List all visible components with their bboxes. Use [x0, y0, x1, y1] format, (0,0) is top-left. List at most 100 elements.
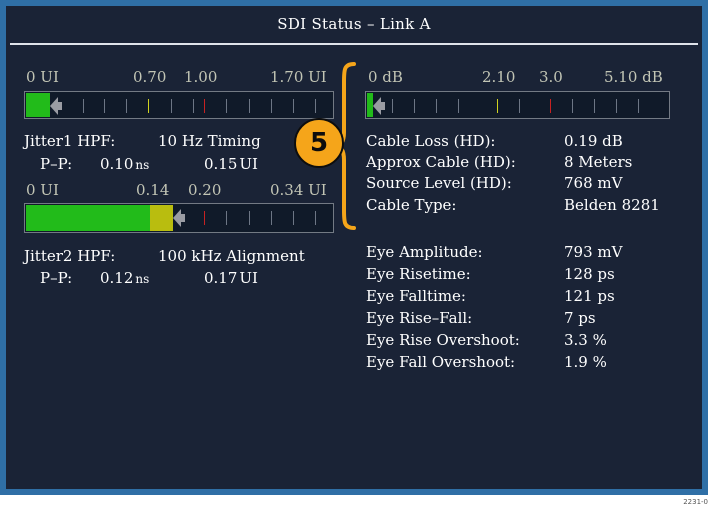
- jitter2-scale-max: 0.34 UI: [270, 181, 327, 199]
- jitter2-meter: [24, 203, 334, 233]
- cable-type-value: Belden 8281: [564, 196, 660, 214]
- cable-scale-max: 5.10 dB: [604, 68, 663, 86]
- jitter2-tick: [293, 211, 294, 225]
- cable-scale-warn: 2.10: [482, 68, 516, 86]
- jitter1-pointer-tail: [58, 102, 62, 110]
- jitter1-pp-ns: 0.10 ns: [100, 155, 149, 173]
- jitter2-pp-ui-unit: UI: [239, 269, 258, 287]
- source-level-value: 768 mV: [564, 174, 623, 192]
- figure-id: 2231-0: [683, 498, 708, 506]
- jitter1-meter-fill: [26, 93, 50, 117]
- eye-rise-overshoot-label: Eye Rise Overshoot:: [366, 331, 520, 349]
- cable-tick: [392, 99, 393, 113]
- approx-cable-value: 8 Meters: [564, 153, 633, 171]
- jitter1-tick: [83, 99, 84, 113]
- jitter2-hpf-value: 100 kHz Alignment: [158, 247, 305, 265]
- cable-type-label: Cable Type:: [366, 196, 457, 214]
- cable-pointer-tail: [381, 102, 385, 110]
- jitter1-scale: 0 UI 0.70 1.00 1.70 UI: [26, 68, 338, 88]
- jitter1-pp-ui: 0.15 UI: [204, 155, 258, 173]
- jitter1-meter: [24, 91, 334, 119]
- eye-amplitude-value: 793 mV: [564, 243, 623, 261]
- jitter1-pp-ns-value: 0.10: [100, 155, 134, 173]
- jitter2-meter-fill-warning: [150, 205, 173, 231]
- eye-fall-overshoot-label: Eye Fall Overshoot:: [366, 353, 516, 371]
- cable-scale: 0 dB 2.10 3.0 5.10 dB: [368, 68, 678, 88]
- cable-scale-error: 3.0: [539, 68, 563, 86]
- eye-falltime-value: 121 ps: [564, 287, 615, 305]
- cable-pointer-icon: [373, 97, 381, 115]
- eye-rise-overshoot-value: 3.3 %: [564, 331, 607, 349]
- screen-title: SDI Status – Link A: [277, 15, 431, 33]
- jitter1-hpf-value: 10 Hz Timing: [158, 132, 261, 150]
- cable-tick: [458, 99, 459, 113]
- source-level-label: Source Level (HD):: [366, 174, 512, 192]
- jitter2-pp-ui-value: 0.17: [204, 269, 238, 287]
- jitter2-pp-label: P–P:: [40, 269, 73, 287]
- jitter1-tick: [315, 99, 316, 113]
- cable-tick: [414, 99, 415, 113]
- cable-loss-meter: [365, 91, 670, 119]
- jitter1-tick: [271, 99, 272, 113]
- jitter2-scale-warn: 0.14: [136, 181, 170, 199]
- jitter2-tick: [249, 211, 250, 225]
- cable-loss-value: 0.19 dB: [564, 132, 623, 150]
- jitter1-pointer-icon: [50, 97, 58, 115]
- jitter1-error-tick: [204, 99, 205, 113]
- jitter2-scale-min: 0 UI: [26, 181, 59, 199]
- jitter1-tick: [193, 99, 194, 113]
- jitter2-tick: [271, 211, 272, 225]
- cable-scale-min: 0 dB: [368, 68, 403, 86]
- jitter2-pp-ns-value: 0.12: [100, 269, 134, 287]
- jitter1-scale-max: 1.70 UI: [270, 68, 327, 86]
- jitter2-tick: [226, 211, 227, 225]
- jitter1-warning-tick: [148, 99, 149, 113]
- jitter1-tick: [226, 99, 227, 113]
- jitter2-scale-error: 0.20: [188, 181, 222, 199]
- jitter1-tick: [249, 99, 250, 113]
- eye-risetime-label: Eye Risetime:: [366, 265, 471, 283]
- eye-rise-fall-value: 7 ps: [564, 309, 596, 327]
- cable-tick: [572, 99, 573, 113]
- jitter1-tick: [171, 99, 172, 113]
- eye-amplitude-label: Eye Amplitude:: [366, 243, 483, 261]
- jitter1-pp-ns-unit: ns: [135, 158, 150, 172]
- jitter2-hpf-label: Jitter2 HPF:: [24, 247, 116, 265]
- jitter2-pp-ns-unit: ns: [135, 272, 150, 286]
- jitter1-pp-ui-value: 0.15: [204, 155, 238, 173]
- cable-error-tick: [550, 99, 551, 113]
- approx-cable-label: Approx Cable (HD):: [366, 153, 516, 171]
- jitter2-pointer-icon: [173, 209, 181, 227]
- jitter1-scale-min: 0 UI: [26, 68, 59, 86]
- callout-number-badge: 5: [294, 118, 344, 168]
- jitter1-hpf-label: Jitter1 HPF:: [24, 132, 116, 150]
- eye-rise-fall-label: Eye Rise–Fall:: [366, 309, 473, 327]
- sdi-status-screen: SDI Status – Link A 0 UI 0.70 1.00 1.70 …: [6, 6, 702, 489]
- jitter2-pp-ui: 0.17 UI: [204, 269, 258, 287]
- cable-tick: [436, 99, 437, 113]
- jitter2-error-tick: [204, 211, 205, 225]
- cable-tick: [594, 99, 595, 113]
- jitter2-tick: [315, 211, 316, 225]
- cable-tick: [519, 99, 520, 113]
- jitter2-scale: 0 UI 0.14 0.20 0.34 UI: [26, 181, 338, 201]
- jitter1-pp-ui-unit: UI: [239, 155, 258, 173]
- cable-tick: [638, 99, 639, 113]
- jitter1-tick: [293, 99, 294, 113]
- eye-falltime-label: Eye Falltime:: [366, 287, 466, 305]
- jitter2-pointer-tail: [181, 214, 185, 222]
- title-divider: [10, 43, 698, 45]
- jitter2-meter-fill: [26, 205, 150, 231]
- jitter2-pp-ns: 0.12 ns: [100, 269, 149, 287]
- jitter1-tick: [126, 99, 127, 113]
- eye-fall-overshoot-value: 1.9 %: [564, 353, 607, 371]
- monitor-frame: SDI Status – Link A 0 UI 0.70 1.00 1.70 …: [0, 0, 708, 495]
- jitter1-scale-warn: 0.70: [133, 68, 167, 86]
- jitter1-scale-error: 1.00: [184, 68, 218, 86]
- jitter1-pp-label: P–P:: [40, 155, 73, 173]
- jitter1-tick: [104, 99, 105, 113]
- cable-loss-label: Cable Loss (HD):: [366, 132, 496, 150]
- cable-tick: [616, 99, 617, 113]
- cable-warning-tick: [497, 99, 498, 113]
- eye-risetime-value: 128 ps: [564, 265, 615, 283]
